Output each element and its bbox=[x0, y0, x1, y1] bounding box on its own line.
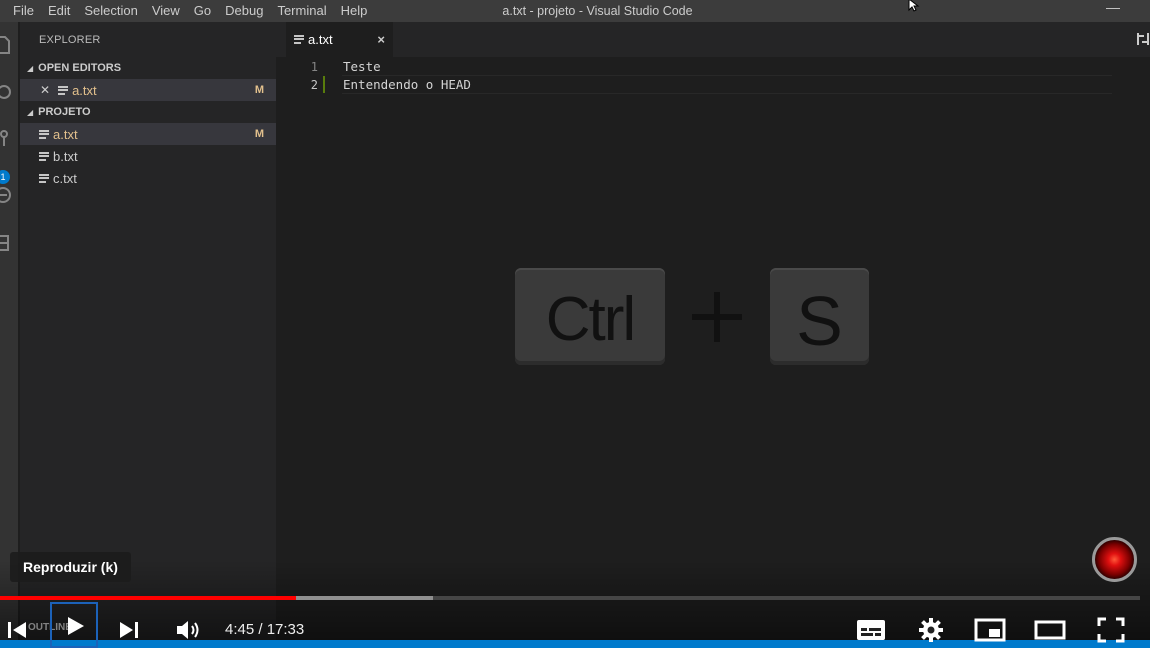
text-file-icon bbox=[39, 151, 49, 161]
text-file-icon bbox=[58, 85, 69, 95]
plus-icon bbox=[692, 292, 742, 342]
play-button[interactable] bbox=[50, 602, 98, 648]
open-editor-filename: a.txt bbox=[72, 82, 97, 98]
line-number: 2 bbox=[310, 77, 318, 92]
menu-debug[interactable]: Debug bbox=[218, 0, 270, 22]
debug-icon[interactable] bbox=[0, 184, 12, 206]
previous-button[interactable] bbox=[4, 612, 30, 648]
git-status-badge: M bbox=[254, 84, 264, 96]
gear-icon bbox=[919, 618, 943, 642]
key-s: S bbox=[770, 268, 869, 365]
project-label: PROJETO bbox=[38, 106, 91, 118]
minimize-button[interactable]: — bbox=[1106, 0, 1120, 14]
menu-bar: File Edit Selection View Go Debug Termin… bbox=[0, 0, 374, 22]
tab-label: a.txt bbox=[308, 32, 333, 47]
time-display: 4:45 / 17:33 bbox=[225, 621, 305, 638]
subtitles-icon bbox=[857, 620, 885, 640]
text-file-icon bbox=[294, 35, 304, 44]
miniplayer-button[interactable] bbox=[972, 612, 1008, 648]
open-editors-label: OPEN EDITORS bbox=[38, 62, 122, 74]
hal-eye-logo bbox=[1092, 537, 1137, 582]
code-line-2[interactable]: 2 Entendendo o HEAD bbox=[276, 75, 471, 94]
menu-terminal[interactable]: Terminal bbox=[270, 0, 333, 22]
line-text: Entendendo o HEAD bbox=[343, 77, 471, 92]
compare-changes-icon[interactable] bbox=[1136, 31, 1150, 47]
search-icon[interactable] bbox=[0, 82, 12, 104]
open-editors-header[interactable]: ◢ OPEN EDITORS bbox=[20, 57, 276, 79]
code-line-1[interactable]: 1 Teste bbox=[276, 57, 381, 76]
caret-down-icon: ◢ bbox=[27, 63, 34, 73]
key-ctrl: Ctrl bbox=[515, 268, 665, 365]
mouse-cursor-icon bbox=[908, 0, 920, 12]
title-bar: File Edit Selection View Go Debug Termin… bbox=[0, 0, 1150, 22]
file-item-a[interactable]: a.txt M bbox=[20, 123, 276, 145]
file-name: b.txt bbox=[53, 148, 78, 164]
volume-icon bbox=[177, 621, 199, 639]
menu-go[interactable]: Go bbox=[187, 0, 218, 22]
menu-help[interactable]: Help bbox=[334, 0, 375, 22]
tab-bar: a.txt × bbox=[276, 22, 1150, 57]
open-editor-item[interactable]: ✕ a.txt M bbox=[20, 79, 276, 101]
play-icon bbox=[68, 617, 84, 635]
fullscreen-button[interactable] bbox=[1094, 612, 1128, 648]
file-item-c[interactable]: c.txt bbox=[20, 167, 276, 189]
miniplayer-icon bbox=[974, 618, 1006, 642]
fullscreen-icon bbox=[1097, 617, 1125, 643]
scm-badge: 1 bbox=[0, 170, 10, 184]
file-name: a.txt bbox=[53, 126, 78, 142]
tab-close-icon[interactable]: × bbox=[377, 32, 385, 47]
theater-mode-button[interactable] bbox=[1032, 612, 1068, 648]
menu-selection[interactable]: Selection bbox=[77, 0, 144, 22]
files-icon[interactable] bbox=[0, 34, 12, 56]
line-text: Teste bbox=[343, 59, 381, 74]
extensions-icon[interactable] bbox=[0, 232, 12, 254]
next-button[interactable] bbox=[116, 612, 142, 648]
progress-bar[interactable] bbox=[0, 596, 1140, 600]
close-icon[interactable]: ✕ bbox=[40, 83, 50, 97]
caret-down-icon: ◢ bbox=[27, 107, 34, 117]
explorer-title: EXPLORER bbox=[39, 34, 101, 46]
volume-button[interactable] bbox=[172, 612, 204, 648]
menu-view[interactable]: View bbox=[145, 0, 187, 22]
file-name: c.txt bbox=[53, 170, 77, 186]
menu-edit[interactable]: Edit bbox=[41, 0, 77, 22]
line-number: 1 bbox=[310, 59, 318, 74]
theater-mode-icon bbox=[1034, 620, 1066, 640]
tab-a-txt[interactable]: a.txt × bbox=[286, 22, 393, 57]
project-header[interactable]: ◢ PROJETO bbox=[20, 101, 276, 123]
git-status-badge: M bbox=[254, 128, 264, 140]
skip-previous-icon bbox=[8, 622, 26, 638]
subtitles-button[interactable] bbox=[854, 612, 888, 648]
text-file-icon bbox=[39, 129, 49, 139]
source-control-icon[interactable] bbox=[0, 128, 12, 150]
text-file-icon bbox=[39, 173, 49, 183]
settings-button[interactable] bbox=[914, 612, 948, 648]
file-item-b[interactable]: b.txt bbox=[20, 145, 276, 167]
play-tooltip: Reproduzir (k) bbox=[10, 552, 131, 582]
progress-played bbox=[0, 596, 297, 600]
skip-next-icon bbox=[120, 622, 138, 638]
menu-file[interactable]: File bbox=[6, 0, 41, 22]
